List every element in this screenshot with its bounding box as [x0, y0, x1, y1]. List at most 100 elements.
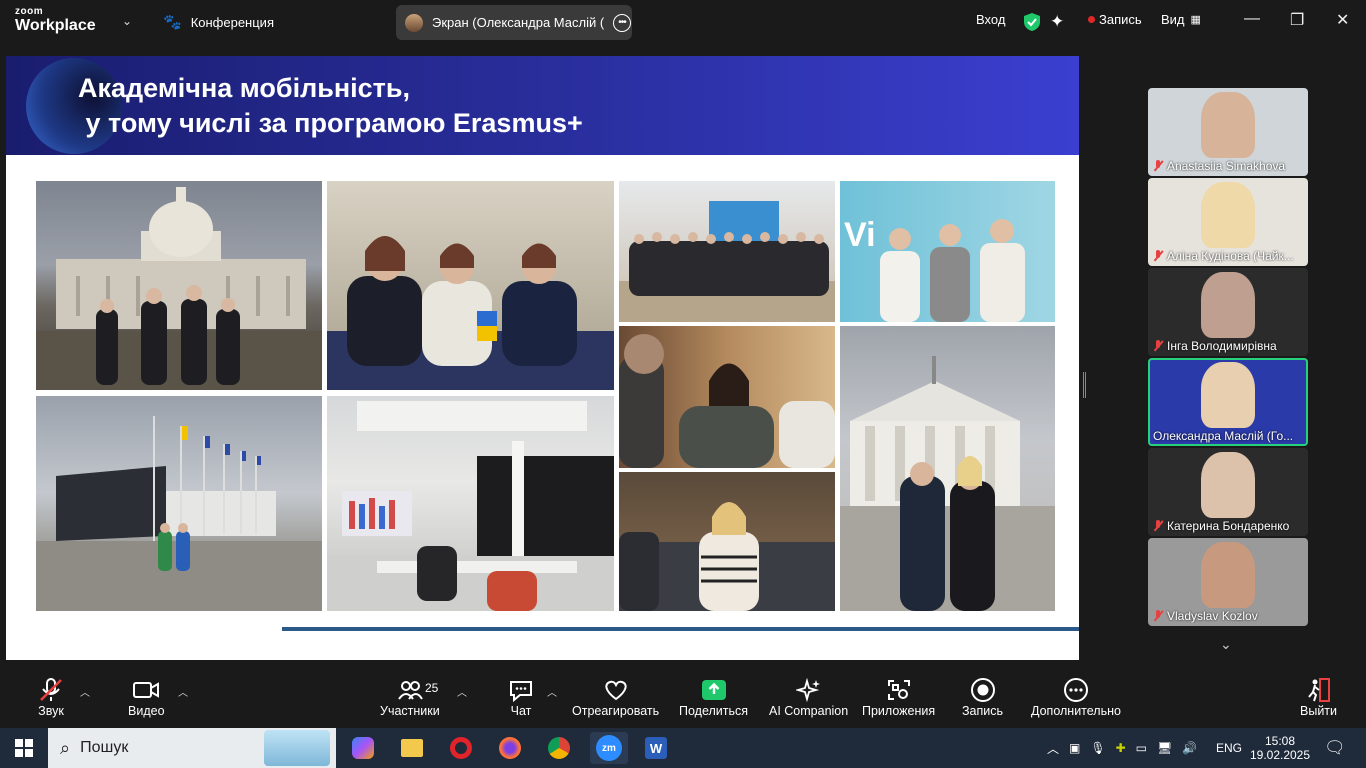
photo-classroom	[327, 396, 614, 611]
ai-companion-button[interactable]: AI Companion	[769, 676, 848, 718]
record-button[interactable]: Запись	[962, 676, 1003, 718]
mic-muted-icon	[1153, 610, 1163, 622]
chat-icon	[508, 676, 534, 704]
mic-muted-icon	[1153, 520, 1163, 532]
firefox-icon[interactable]	[494, 732, 526, 764]
search-highlight-icon	[264, 730, 330, 766]
more-button[interactable]: Дополнительно	[1031, 676, 1121, 718]
security-shield-icon[interactable]	[1023, 12, 1041, 32]
meeting-menu[interactable]: 🐾 Конференция	[163, 13, 274, 31]
panel-splitter-handle[interactable]	[1083, 372, 1086, 398]
apps-button[interactable]: Приложения	[862, 676, 935, 718]
login-button[interactable]: Вход	[976, 12, 1005, 27]
gallery-scroll-down-icon[interactable]: ⌄	[1220, 636, 1232, 653]
notifications-icon[interactable]: 🗨	[1324, 728, 1346, 768]
react-button[interactable]: Отреагировать	[572, 676, 659, 718]
tray-camera-icon[interactable]: ▣	[1069, 741, 1080, 755]
audio-button[interactable]: Звук	[38, 676, 64, 718]
leave-icon	[1306, 676, 1332, 704]
participant-gallery: Anastasiia Simakhova Аліна Кудінова (Чайк…	[1148, 88, 1308, 628]
slide-divider-line	[282, 627, 1079, 631]
search-placeholder: Пошук	[80, 739, 129, 756]
tray-overflow-icon[interactable]: ︿	[1047, 740, 1059, 757]
word-icon[interactable]: W	[640, 732, 672, 764]
chat-caret-icon[interactable]: ︿	[547, 684, 557, 699]
participants-icon	[397, 676, 423, 704]
recording-indicator[interactable]: Запись	[1088, 12, 1142, 27]
photo-vikio: Vi	[840, 181, 1055, 322]
mic-muted-icon	[1153, 160, 1163, 172]
audio-options-caret-icon[interactable]: ︿	[80, 684, 90, 699]
participant-tile[interactable]: Anastasiia Simakhova	[1148, 88, 1308, 176]
chat-button[interactable]: Чат	[508, 676, 534, 718]
participant-name-label: Anastasiia Simakhova	[1153, 159, 1304, 173]
tray-network-icon[interactable]: 🖥	[1157, 741, 1172, 755]
participant-video	[1201, 452, 1255, 518]
photo-cathedral	[840, 326, 1055, 611]
tray-app-icon[interactable]: ✚	[1116, 741, 1126, 755]
apps-icon	[886, 676, 912, 704]
tray-microphone-icon[interactable]: 🎙	[1090, 741, 1105, 755]
participant-name-label: Інга Володимирівна	[1153, 339, 1304, 353]
search-icon: ⌕	[60, 737, 71, 758]
slide-title: Академічна мобільність, у тому числі за …	[78, 73, 583, 138]
view-button[interactable]: Вид ▦	[1161, 12, 1201, 27]
participants-caret-icon[interactable]: ︿	[457, 684, 467, 699]
video-options-caret-icon[interactable]: ︿	[178, 684, 188, 699]
mic-muted-icon	[1153, 340, 1163, 352]
windows-taskbar: ⌕ Пошук zm W ︿ ▣ 🎙 ✚ ▭ 🖥 🔊 ENG 15:08 19.…	[0, 728, 1366, 768]
taskbar-clock[interactable]: 15:08 19.02.2025	[1250, 728, 1310, 768]
meeting-label: Конференция	[190, 14, 274, 30]
ai-sparkle-icon	[795, 676, 822, 704]
photo-audience	[619, 326, 835, 468]
presenter-avatar	[405, 13, 423, 32]
file-explorer-icon[interactable]	[396, 732, 428, 764]
tray-volume-icon[interactable]: 🔊	[1182, 741, 1197, 755]
record-icon	[970, 676, 996, 704]
screen-share-pill[interactable]: Экран (Олександра Маслій (Гол •••	[396, 5, 632, 40]
microphone-muted-icon	[38, 676, 64, 704]
heart-icon	[603, 676, 629, 704]
slide-banner: Академічна мобільність, у тому числі за …	[6, 56, 1079, 155]
copilot-icon[interactable]	[347, 732, 379, 764]
photo-group	[619, 181, 835, 322]
photo-meeting-table	[327, 181, 614, 390]
participant-tile[interactable]: Аліна Кудінова (Чайк...	[1148, 178, 1308, 266]
tray-battery-icon[interactable]: ▭	[1136, 741, 1147, 755]
shared-screen[interactable]: Академічна мобільність, у тому числі за …	[6, 56, 1079, 660]
participant-tile[interactable]: Олександра Маслій (Го...	[1148, 358, 1308, 446]
input-language[interactable]: ENG	[1216, 728, 1242, 768]
zoom-logo: zoom Workplace	[15, 6, 96, 34]
participant-video	[1201, 272, 1255, 338]
taskbar-search-box[interactable]: ⌕ Пошук	[48, 728, 336, 768]
more-options-icon[interactable]: •••	[613, 13, 631, 32]
minimize-icon[interactable]: —	[1244, 10, 1260, 28]
close-icon[interactable]: ✕	[1336, 10, 1349, 30]
title-bar: zoom Workplace ⌄ 🐾 Конференция Экран (Ол…	[0, 0, 1366, 44]
leave-button[interactable]: Выйти	[1300, 676, 1337, 718]
participant-tile[interactable]: Інга Володимирівна	[1148, 268, 1308, 356]
record-dot-icon	[1088, 16, 1095, 23]
grid-view-icon: ▦	[1190, 14, 1201, 26]
zoom-taskbar-icon[interactable]: zm	[590, 732, 628, 764]
participant-video	[1201, 92, 1255, 158]
logo-chevron-down-icon[interactable]: ⌄	[122, 14, 132, 28]
ai-sparkle-icon[interactable]: ✦	[1050, 12, 1064, 32]
restore-icon[interactable]: ❐	[1290, 10, 1304, 30]
screen-share-label: Экран (Олександра Маслій (Гол	[432, 15, 604, 30]
share-screen-icon	[701, 676, 727, 704]
opera-icon[interactable]	[445, 732, 477, 764]
participant-name-label: Аліна Кудінова (Чайк...	[1153, 249, 1304, 263]
participant-name-label: Катерина Бондаренко	[1153, 519, 1304, 533]
share-screen-button[interactable]: Поделиться	[679, 676, 748, 718]
mic-muted-icon	[1153, 250, 1163, 262]
participant-video	[1201, 362, 1255, 428]
meeting-icon: 🐾	[163, 14, 182, 31]
windows-start-icon[interactable]	[15, 739, 33, 762]
participant-tile[interactable]: Катерина Бондаренко	[1148, 448, 1308, 536]
chrome-icon[interactable]	[543, 732, 575, 764]
video-button[interactable]: Видео	[128, 676, 165, 718]
participant-name-label: Vladyslav Kozlov	[1153, 609, 1304, 623]
system-tray: ︿ ▣ 🎙 ✚ ▭ 🖥 🔊	[1047, 728, 1197, 768]
participant-tile[interactable]: Vladyslav Kozlov	[1148, 538, 1308, 626]
